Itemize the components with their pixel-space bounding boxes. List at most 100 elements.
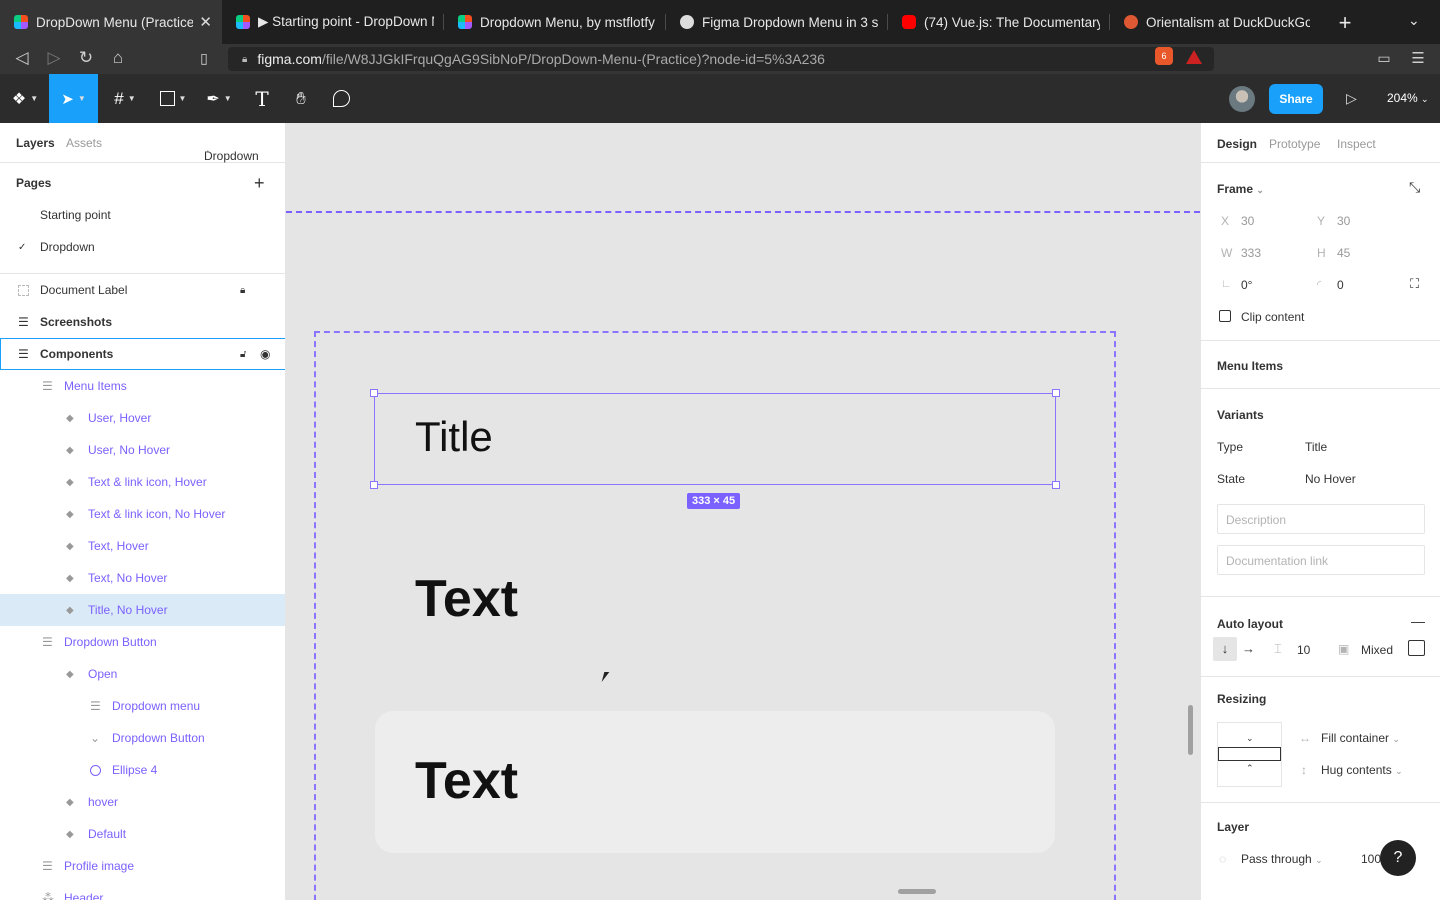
home-icon[interactable]: ⌂ xyxy=(107,48,129,68)
menu-icon[interactable]: ☰ xyxy=(1407,49,1429,67)
frame-dropdown[interactable]: Frame ⌄ xyxy=(1217,182,1264,196)
horizontal-scrollbar[interactable] xyxy=(898,889,936,894)
zoom-dropdown[interactable]: 204% ⌄ xyxy=(1387,91,1429,105)
layer-row[interactable]: Document Label 🔒︎ xyxy=(0,274,285,306)
radius-field[interactable]: 0 xyxy=(1337,278,1344,292)
add-page-icon[interactable]: + xyxy=(254,173,265,194)
clip-content-checkbox[interactable] xyxy=(1219,310,1231,322)
layer-row[interactable]: ⁂ Header xyxy=(0,882,285,900)
tab-search-chevron-icon[interactable]: ⌄ xyxy=(1408,12,1420,29)
move-tool-button[interactable]: ➤ ▼ xyxy=(49,74,98,123)
new-tab-button[interactable]: + xyxy=(1335,10,1355,36)
layer-label: Text, Hover xyxy=(88,539,149,553)
canvas[interactable]: Title 333 × 45 Text Text xyxy=(286,123,1200,900)
component-icon: ◆ xyxy=(66,412,74,424)
layer-row[interactable]: ☰ Components 🔓︎ ◉ xyxy=(0,338,285,370)
rotation-field[interactable]: 0° xyxy=(1241,278,1252,292)
resize-horizontal-dropdown[interactable]: Fill container ⌄ xyxy=(1321,731,1400,745)
browser-tab[interactable]: ▶ Starting point - DropDown Me xyxy=(222,0,444,44)
blend-mode-dropdown[interactable]: Pass through ⌄ xyxy=(1241,852,1323,866)
spacing-field[interactable]: 10 xyxy=(1297,643,1310,657)
layer-row[interactable]: ◆ Default xyxy=(0,818,285,850)
unlock-icon[interactable]: 🔓︎ xyxy=(240,349,246,360)
layer-row[interactable]: ◆ Text & link icon, Hover xyxy=(0,466,285,498)
layer-row[interactable]: ◆ User, Hover xyxy=(0,402,285,434)
resize-vertical-dropdown[interactable]: Hug contents ⌄ xyxy=(1321,763,1403,777)
layer-row[interactable]: ◆ User, No Hover xyxy=(0,434,285,466)
forward-icon[interactable]: ▷ xyxy=(43,48,65,68)
independent-corners-icon[interactable]: ⛶ xyxy=(1410,276,1419,292)
text-tool-button[interactable]: T xyxy=(248,74,276,123)
x-field[interactable]: 30 xyxy=(1241,214,1254,228)
direction-vertical-icon[interactable]: ↓ xyxy=(1213,637,1237,661)
layer-row[interactable]: ◆ Text, Hover xyxy=(0,530,285,562)
layer-row[interactable]: ☰ Screenshots xyxy=(0,306,285,338)
present-play-icon[interactable]: ▷ xyxy=(1346,90,1357,107)
tab-layers[interactable]: Layers xyxy=(16,136,55,150)
help-button[interactable]: ? xyxy=(1380,840,1416,876)
pen-tool-button[interactable]: ✒ ▼ xyxy=(198,74,240,123)
constraint-horizontal[interactable] xyxy=(1218,747,1281,761)
resize-handle[interactable] xyxy=(1052,481,1060,489)
resizing-section: Resizing ⌄ ⌃ ↔ Fill container ⌄ ↕ Hug co… xyxy=(1201,677,1440,803)
browser-tab[interactable]: Orientalism at DuckDuckGo xyxy=(1110,0,1320,44)
layer-row-selected[interactable]: ◆ Title, No Hover xyxy=(0,594,285,626)
layer-label: Text & link icon, Hover xyxy=(88,475,207,489)
padding-field[interactable]: Mixed xyxy=(1361,643,1393,657)
page-item[interactable]: Starting point xyxy=(0,199,285,231)
wallet-icon[interactable]: ▭ xyxy=(1373,50,1395,67)
layer-row[interactable]: ⌄ Dropdown Button xyxy=(0,722,285,754)
shape-tool-button[interactable]: ▼ xyxy=(152,74,194,123)
variant-value[interactable]: Title xyxy=(1305,440,1327,454)
w-field[interactable]: 333 xyxy=(1241,246,1261,260)
direction-horizontal-icon[interactable]: → xyxy=(1242,641,1255,656)
lock-icon[interactable]: 🔒︎ xyxy=(240,285,245,296)
documentation-link-field[interactable]: Documentation link xyxy=(1217,545,1425,575)
eye-icon[interactable]: ◉ xyxy=(260,347,270,361)
resize-handle[interactable] xyxy=(1052,389,1060,397)
vertical-scrollbar[interactable] xyxy=(1188,705,1193,755)
layer-row[interactable]: ◆ hover xyxy=(0,786,285,818)
back-icon[interactable]: ◁ xyxy=(11,48,33,68)
resize-handle[interactable] xyxy=(370,481,378,489)
constraints-widget[interactable]: ⌄ ⌃ xyxy=(1217,722,1282,787)
brave-rewards-icon[interactable] xyxy=(1186,50,1202,64)
avatar[interactable] xyxy=(1229,86,1255,112)
layer-row[interactable]: ☰ Menu Items xyxy=(0,370,285,402)
tab-prototype[interactable]: Prototype xyxy=(1269,137,1320,151)
tab-design[interactable]: Design xyxy=(1217,137,1257,151)
hand-tool-button[interactable]: ✋︎ xyxy=(287,74,315,123)
page-item[interactable]: ✓ Dropdown xyxy=(0,231,285,263)
frame-tool-button[interactable]: # ▼ xyxy=(104,74,146,123)
layer-row[interactable]: ☰ Profile image xyxy=(0,850,285,882)
layer-row[interactable]: ☰ Dropdown Button xyxy=(0,626,285,658)
layer-row[interactable]: ◆ Text, No Hover xyxy=(0,562,285,594)
h-field[interactable]: 45 xyxy=(1337,246,1350,260)
bookmark-icon[interactable]: ▯ xyxy=(193,50,215,67)
y-field[interactable]: 30 xyxy=(1337,214,1350,228)
address-bar[interactable]: 🔒︎ figma.com/file/W8JJGkIFrquQgAG9SibNoP… xyxy=(228,47,1214,71)
resize-handle[interactable] xyxy=(370,389,378,397)
brave-shield-icon[interactable]: 6 xyxy=(1155,47,1173,65)
reload-icon[interactable]: ↻ xyxy=(75,48,97,68)
browser-tab[interactable]: (74) Vue.js: The Documentary - xyxy=(888,0,1110,44)
layer-row[interactable]: ◆ Text & link icon, No Hover xyxy=(0,498,285,530)
tab-assets[interactable]: Assets xyxy=(66,136,102,150)
layer-row[interactable]: Ellipse 4 xyxy=(0,754,285,786)
collapse-icon[interactable]: ⤡ xyxy=(1409,179,1420,196)
description-field[interactable]: Description xyxy=(1217,504,1425,534)
layer-row[interactable]: ◆ Open xyxy=(0,658,285,690)
comment-tool-button[interactable] xyxy=(327,74,355,123)
share-button[interactable]: Share xyxy=(1269,84,1323,114)
layer-row[interactable]: ☰ Dropdown menu xyxy=(0,690,285,722)
tab-inspect[interactable]: Inspect xyxy=(1337,137,1376,151)
close-tab-icon[interactable]: ✕ xyxy=(199,13,212,31)
browser-tab[interactable]: Dropdown Menu, by mstflotfy - xyxy=(444,0,666,44)
browser-tab[interactable]: DropDown Menu (Practice) - ✕ xyxy=(0,0,222,44)
x-label: X xyxy=(1221,214,1230,228)
browser-tab[interactable]: Figma Dropdown Menu in 3 step xyxy=(666,0,888,44)
variant-value[interactable]: No Hover xyxy=(1305,472,1356,486)
alignment-icon[interactable] xyxy=(1408,640,1425,656)
main-menu-button[interactable]: ❖ ▼ xyxy=(6,74,44,123)
remove-auto-layout-icon[interactable]: — xyxy=(1411,613,1425,629)
